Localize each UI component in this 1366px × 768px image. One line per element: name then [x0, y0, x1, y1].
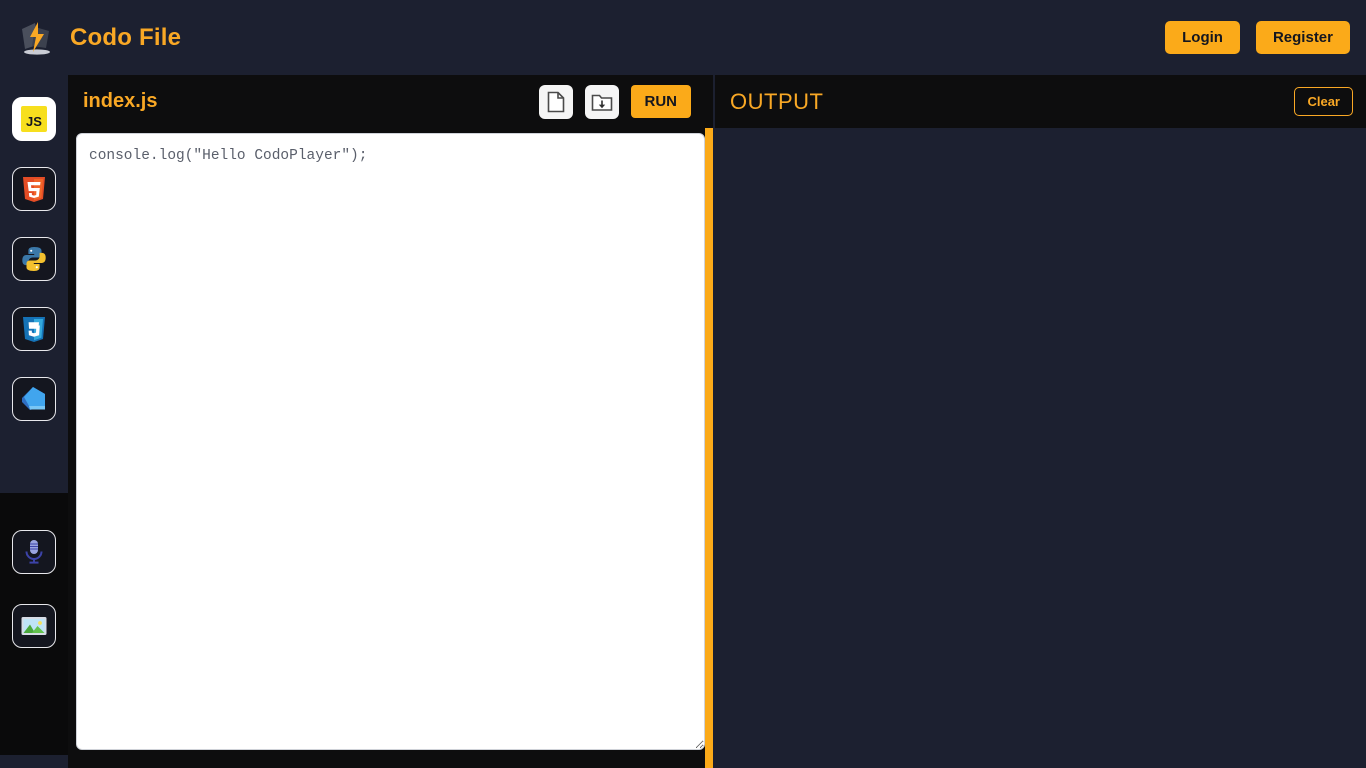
- sidebar-item-html[interactable]: [12, 167, 56, 211]
- output-title-label: OUTPUT: [730, 88, 824, 114]
- sidebar-languages-group: JS: [0, 75, 68, 493]
- nav-actions: Login Register: [1165, 21, 1366, 54]
- css3-icon: [19, 314, 49, 344]
- workspace: index.js RUN console.log("Hello CodoPlay…: [68, 75, 1366, 768]
- image-icon: [19, 611, 49, 641]
- sidebar-item-dart[interactable]: [12, 377, 56, 421]
- sidebar-tools-group: [0, 493, 68, 755]
- python-icon: [19, 244, 49, 274]
- svg-text:JS: JS: [26, 114, 42, 129]
- folder-download-icon: [591, 92, 613, 112]
- sidebar-item-microphone[interactable]: [12, 530, 56, 574]
- output-console: [715, 131, 1366, 768]
- sidebar-item-javascript[interactable]: JS: [12, 97, 56, 141]
- register-button[interactable]: Register: [1255, 21, 1350, 54]
- run-button[interactable]: RUN: [630, 85, 691, 118]
- sidebar-item-python[interactable]: [12, 237, 56, 281]
- page-title: Codo File: [70, 23, 182, 51]
- top-navbar: Codo File Login Register: [0, 0, 1366, 75]
- editor-header: index.js RUN: [68, 75, 705, 128]
- divider-top-filler: [705, 75, 713, 128]
- html5-icon: [19, 174, 49, 204]
- panel-resize-divider[interactable]: [705, 128, 713, 768]
- file-name-label: index.js: [83, 90, 158, 112]
- new-file-button[interactable]: [538, 84, 573, 119]
- javascript-icon: JS: [19, 104, 49, 134]
- lightning-file-logo-icon: [16, 17, 58, 59]
- sidebar-item-image[interactable]: [12, 604, 56, 648]
- editor-panel: index.js RUN console.log("Hello CodoPlay…: [68, 75, 705, 768]
- save-file-button[interactable]: [584, 84, 619, 119]
- clear-output-button[interactable]: Clear: [1294, 87, 1353, 116]
- sidebar-item-css[interactable]: [12, 307, 56, 351]
- editor-header-actions: RUN: [538, 84, 706, 119]
- login-button[interactable]: Login: [1165, 21, 1240, 54]
- output-panel: OUTPUT Clear: [715, 75, 1366, 768]
- code-editor-textarea[interactable]: [76, 133, 705, 750]
- microphone-icon: [19, 537, 49, 567]
- brand: Codo File: [0, 17, 181, 59]
- document-page-icon: [546, 91, 566, 113]
- dart-icon: [19, 384, 49, 414]
- language-sidebar: JS: [0, 75, 68, 768]
- output-header: OUTPUT Clear: [715, 75, 1366, 128]
